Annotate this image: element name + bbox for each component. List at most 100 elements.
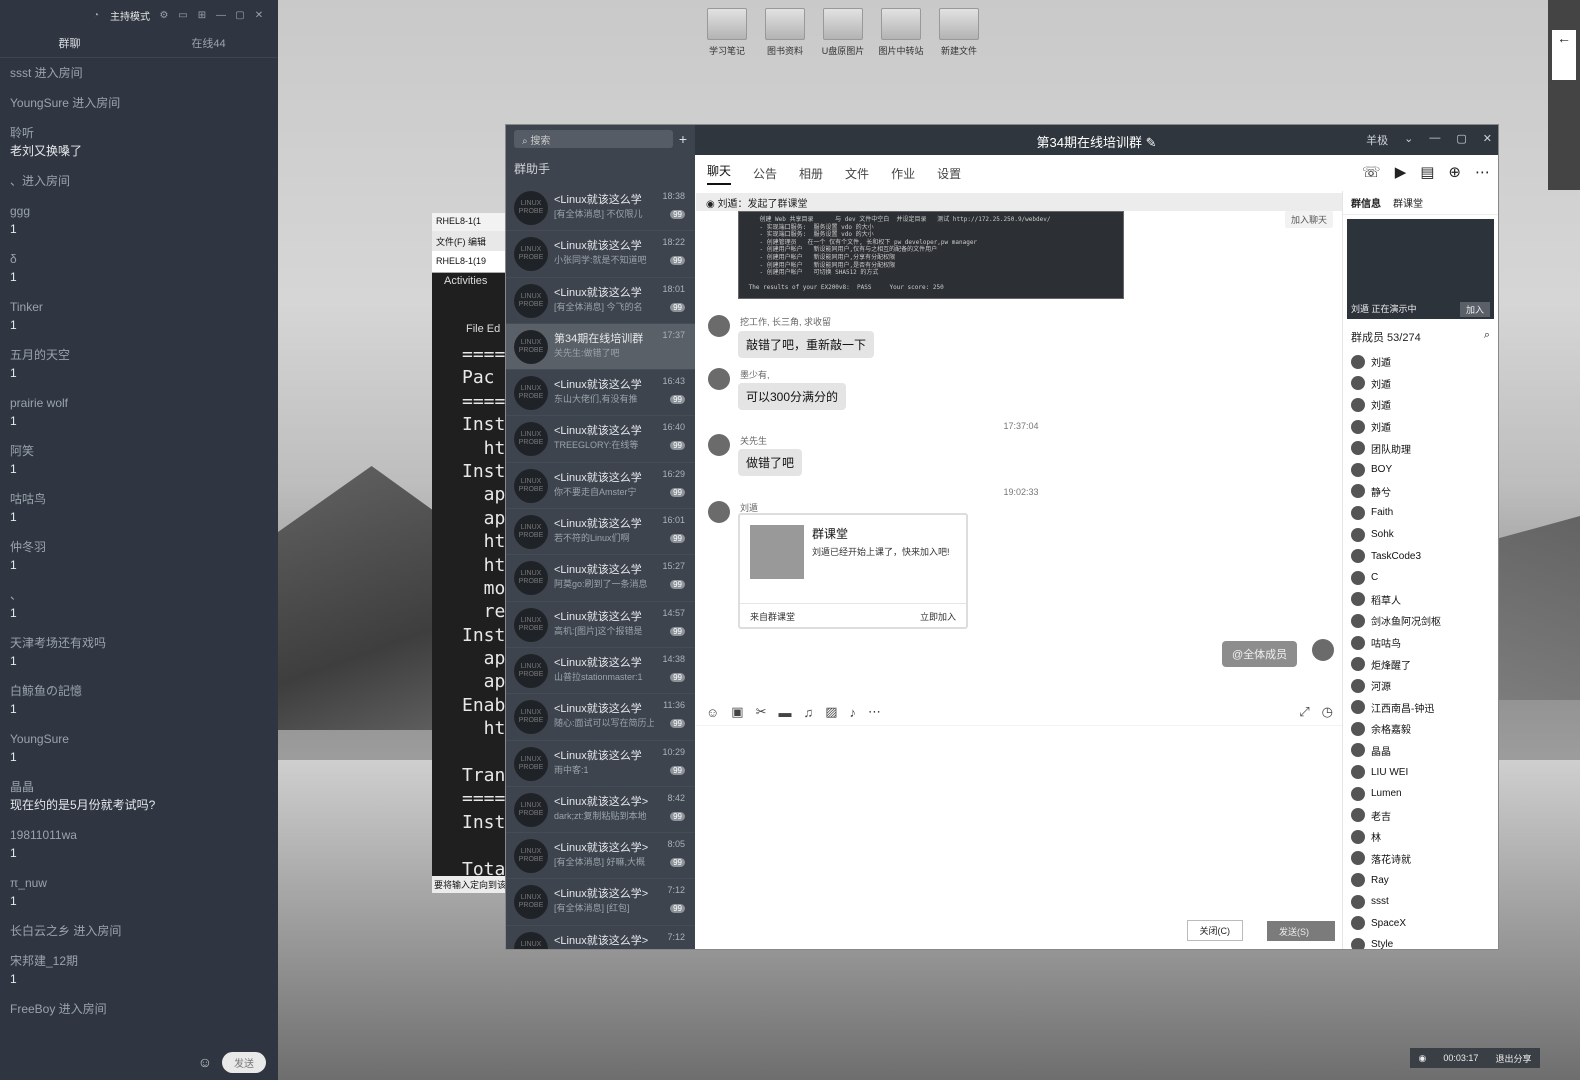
live-preview[interactable]: 刘遁 正在演示中 加入 (1347, 219, 1494, 319)
conversation-item[interactable]: LINUX PROBE <Linux就该这么学> 7:12 (506, 926, 695, 949)
member-row[interactable]: ssst (1343, 891, 1498, 913)
video-icon[interactable]: ▶ (1395, 163, 1407, 181)
conversation-item[interactable]: LINUX PROBE <Linux就该这么学 18:38 [有全体消息] 不仅限儿 9… (506, 185, 695, 232)
send-button[interactable]: 发送(S) (1267, 921, 1335, 941)
expand-icon[interactable]: ⤢ (1299, 704, 1309, 720)
back-arrow-icon[interactable]: ← (1552, 30, 1576, 80)
message-bubble[interactable]: 做错了吧 (738, 449, 803, 476)
avatar[interactable] (708, 501, 730, 523)
member-row[interactable]: 余格嘉毅 (1343, 718, 1498, 740)
close-icon[interactable]: ✕ (1483, 132, 1492, 148)
screen-icon[interactable]: ▭ (178, 10, 188, 21)
member-row[interactable]: 刘遁 (1343, 394, 1498, 416)
conversation-item[interactable]: LINUX PROBE <Linux就该这么学 10:29 雨中客:1 99 (506, 741, 695, 787)
conversation-item[interactable]: LINUX PROBE <Linux就该这么学 16:01 若不符的Linux们啊 99 (506, 509, 695, 556)
tab-3[interactable]: 文件 (845, 165, 869, 182)
search-icon[interactable]: ⌕ (1484, 329, 1490, 345)
conversation-item[interactable]: LINUX PROBE <Linux就该这么学 14:57 高机:[图片]这个报错是 9… (506, 602, 695, 648)
member-row[interactable]: Ray (1343, 869, 1498, 891)
member-row[interactable]: LIU WEI (1343, 761, 1498, 783)
file-menu[interactable]: File Ed (432, 289, 510, 335)
close-button[interactable]: 关闭(C) (1186, 920, 1243, 941)
tab-online[interactable]: 在线44 (139, 30, 278, 57)
emoji-icon[interactable]: ☺ (706, 705, 719, 720)
member-row[interactable]: 江西南昌-钟迅 (1343, 697, 1498, 719)
tab-4[interactable]: 作业 (891, 165, 915, 182)
conversation-item[interactable]: LINUX PROBE <Linux就该这么学> 8:42 dark;zt:复制粘贴到… (506, 787, 695, 834)
edit-icon[interactable]: ✎ (1146, 135, 1157, 150)
group-helper[interactable]: 群助手 (506, 153, 695, 185)
conversation-item[interactable]: LINUX PROBE <Linux就该这么学 16:43 东山大佬们,有没有推 99 (506, 370, 695, 417)
conversation-item[interactable]: LINUX PROBE <Linux就该这么学> 7:12 [有全体消息] [红包] 9… (506, 879, 695, 926)
member-row[interactable]: 静兮 (1343, 481, 1498, 503)
search-input[interactable]: ⌕ 搜索 (514, 130, 673, 148)
member-row[interactable]: Style (1343, 934, 1498, 949)
settings-icon[interactable]: ⚙ (159, 10, 169, 21)
chevron-down-icon[interactable]: ⌄ (1404, 132, 1413, 148)
desktop-file-icon[interactable]: 图片中转站 (872, 8, 930, 57)
member-row[interactable]: 落花诗就 (1343, 848, 1498, 870)
classroom-card[interactable]: 群课堂 刘遁已经开始上课了，快来加入吧! 来自群课堂 立即加入 (738, 513, 968, 629)
avatar[interactable] (708, 368, 730, 390)
notice-bar[interactable]: ◉ 刘遁：发起了群课堂 (696, 193, 1343, 211)
live-join-button[interactable]: 加入 (1459, 302, 1490, 317)
conversation-item[interactable]: LINUX PROBE 第34期在线培训群 17:37 关先生:做错了吧 (506, 323, 695, 371)
member-row[interactable]: 团队助理 (1343, 437, 1498, 459)
more-icon[interactable]: ⋯ (1475, 163, 1490, 181)
message-bubble[interactable]: 可以300分满分的 (738, 383, 847, 410)
tab-5[interactable]: 设置 (937, 165, 961, 182)
conversation-item[interactable]: LINUX PROBE <Linux就该这么学 18:01 [有全体消息] 今飞的名 9… (506, 278, 695, 324)
minimize-icon[interactable]: — (216, 10, 226, 21)
member-row[interactable]: 林 (1343, 826, 1498, 848)
conversation-item[interactable]: LINUX PROBE <Linux就该这么学 11:36 随心:面试可以写在简历上 9… (506, 694, 695, 741)
tab-group-info[interactable]: 群信息 (1351, 195, 1381, 210)
maximize-icon[interactable]: ▢ (1456, 132, 1466, 148)
member-row[interactable]: BOY (1343, 459, 1498, 481)
more-icon[interactable]: ⋯ (868, 704, 881, 720)
my-avatar[interactable] (1312, 639, 1334, 661)
phone-icon[interactable]: ☏ (1362, 163, 1381, 181)
folder-icon[interactable]: ▬ (778, 705, 791, 720)
member-row[interactable]: Lumen (1343, 783, 1498, 805)
conversation-item[interactable]: LINUX PROBE <Linux就该这么学 18:22 小张同学:就是不知道吧 99 (506, 231, 695, 278)
conversation-item[interactable]: LINUX PROBE <Linux就该这么学 14:38 山普拉stationmas… (506, 648, 695, 695)
send-button[interactable]: 发送 (222, 1051, 266, 1073)
classroom-icon[interactable]: ▤ (1420, 163, 1434, 181)
mute-icon[interactable]: ♪ (850, 705, 857, 720)
restore-icon[interactable]: ▢ (235, 10, 245, 21)
exit-share-button[interactable]: 退出分享 (1495, 1052, 1531, 1065)
minimize-icon[interactable]: — (1429, 132, 1440, 148)
my-message-bubble[interactable]: @全体成员 (1222, 641, 1298, 667)
add-icon[interactable]: + (679, 131, 687, 147)
tab-1[interactable]: 公告 (753, 165, 777, 182)
terminal-menubar[interactable]: 文件(F) 编辑 (432, 231, 510, 251)
music-icon[interactable]: ♫ (803, 705, 813, 720)
message-bubble[interactable]: 敲错了吧，重新敲一下 (738, 331, 875, 358)
history-icon[interactable]: ◷ (1322, 704, 1333, 720)
avatar[interactable] (708, 434, 730, 456)
screenshot-image[interactable]: 创建 Web 共享目录 与 dev 文件中空白 并设定目录 测试 http://… (738, 211, 1124, 299)
message-input[interactable]: 关闭(C) 发送(S) (696, 725, 1343, 949)
terminal-tab[interactable]: RHEL8-1(19 (432, 251, 510, 273)
gif-icon[interactable]: ▣ (731, 704, 743, 720)
pin-icon[interactable]: ⊞ (197, 10, 207, 21)
add-member-icon[interactable]: ⊕ (1448, 163, 1461, 181)
member-row[interactable]: 稻草人 (1343, 589, 1498, 611)
member-row[interactable]: 炬烽醒了 (1343, 653, 1498, 675)
desktop-file-icon[interactable]: 学习笔记 (698, 8, 756, 57)
member-row[interactable]: 河源 (1343, 675, 1498, 697)
member-row[interactable]: C (1343, 567, 1498, 589)
member-row[interactable]: 咕咕鸟 (1343, 632, 1498, 654)
conversation-item[interactable]: LINUX PROBE <Linux就该这么学> 8:05 [有全体消息] 好嘛,大概… (506, 833, 695, 880)
scissors-icon[interactable]: ✂ (756, 704, 767, 720)
conversation-item[interactable]: LINUX PROBE <Linux就该这么学 15:27 阿莫go:刷到了一条消息 9… (506, 555, 695, 602)
desktop-file-icon[interactable]: U盘原图片 (814, 8, 872, 57)
emoji-icon[interactable]: ☺ (198, 1054, 212, 1070)
desktop-file-icon[interactable]: 新建文件 (930, 8, 988, 57)
image-icon[interactable]: ▨ (825, 704, 837, 720)
member-row[interactable]: 刘遁 (1343, 373, 1498, 395)
tab-0[interactable]: 聊天 (707, 162, 732, 185)
join-hint[interactable]: 加入聊天 (1284, 211, 1333, 228)
member-row[interactable]: 剑冰鱼阿况剑枢 (1343, 610, 1498, 632)
member-row[interactable]: TaskCode3 (1343, 545, 1498, 567)
